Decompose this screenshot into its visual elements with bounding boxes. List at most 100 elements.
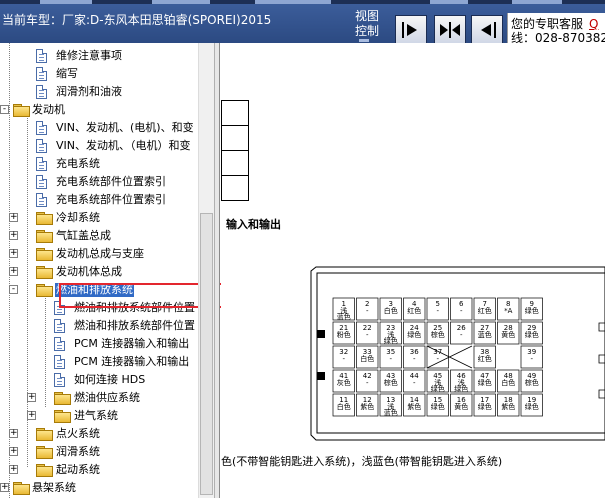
expand-icon[interactable]: + [9,267,18,276]
collapse-icon[interactable]: - [0,105,9,114]
document-icon [36,49,47,63]
connector-pin-color: 绿色 [478,402,492,411]
tree-item[interactable]: + 发动机总成与支座 [0,245,198,263]
panel-splitter[interactable] [214,43,220,498]
connector-pin-color: 白色 [360,354,374,363]
connector-key-mark-top [317,330,325,338]
connector-pin-color: 白色 [501,378,515,387]
tree-scrollbar[interactable] [198,43,214,498]
connector-pin-color: 红色 [407,306,421,315]
tree-item[interactable]: 维修注意事项 [0,47,198,65]
split-arrows-icon [440,22,460,38]
expand-icon[interactable]: + [9,429,18,438]
tree-item[interactable]: + 发动机体总成 [0,263,198,281]
tree-item-label: 冷却系统 [56,211,100,224]
customer-service-panel: 您的专职客服 Q 线：028-870382( [507,13,605,43]
tree-item-label: 燃油供应系统 [74,391,140,404]
folder-icon [54,410,71,423]
expand-icon[interactable]: + [27,411,36,420]
tree-item-label: 进气系统 [74,409,118,422]
connector-pin-color: 绿色 [384,336,398,345]
document-icon [54,355,65,369]
folder-icon [36,212,53,225]
connector-pin-color: 绿色 [525,402,539,411]
folder-icon [36,248,53,261]
document-content: 输入和输出 1 浅蓝色 2-3 白色 4 红色 5-6-7 红色 8 *A 9 绿色 21 粉色 22-23… [221,43,605,498]
tree-item[interactable]: + 进气系统 [0,407,198,425]
expand-icon[interactable]: + [9,249,18,258]
document-icon [36,85,47,99]
document-icon [54,337,65,351]
tree-item-label: 发动机 [32,103,65,116]
service-phone: 线：028-870382( [511,31,605,43]
collapse-left-button[interactable] [471,15,503,43]
tree-item-label: 点火系统 [56,427,100,440]
tree-item[interactable]: + 冷却系统 [0,209,198,227]
connector-svg: 1浅蓝色2-3白色4红色5-6-7红色8*A9绿色21粉色22-23浅绿色24绿… [310,266,605,441]
partial-table [221,100,249,201]
connector-pin-color: 棕色 [384,378,398,387]
color-note: 色(不带智能钥匙进入系统)，浅蓝色(带智能钥匙进入系统) [221,455,503,468]
connector-pin-color: 棕色 [525,378,539,387]
tree-scrollbar-thumb[interactable] [200,213,213,495]
tree-item-label: 润滑系统 [56,445,100,458]
tree-item-label: 维修注意事项 [56,49,122,62]
expand-icon[interactable]: + [9,447,18,456]
tree-item[interactable]: 燃油和排放系统部件位置 [0,317,198,335]
tree-item-label: 润滑剂和油液 [56,85,122,98]
connector-pin-color: 绿色 [525,306,539,315]
connector-pin-color: 紫色 [501,402,515,411]
expand-icon[interactable]: + [9,465,18,474]
connector-pin-color: 绿色 [454,384,468,393]
document-icon [36,175,47,189]
connector-pin-color: 黄色 [454,402,468,411]
tree-item-label: 发动机总成与支座 [56,247,144,260]
tree-item[interactable]: VIN、发动机、(电机)、和变 [0,119,198,137]
expand-icon[interactable]: + [0,483,9,492]
tree-item[interactable]: + 气缸盖总成 [0,227,198,245]
folder-icon [36,428,53,441]
document-icon [54,319,65,333]
tree-item-label: 如何连接 HDS [74,373,146,386]
tree-item[interactable]: + 点火系统 [0,425,198,443]
tree-item[interactable]: + 燃油供应系统 [0,389,198,407]
tree-item[interactable]: 缩写 [0,65,198,83]
tree-item[interactable]: + 悬架系统 [0,479,198,497]
tree-item[interactable]: 充电系统部件位置索引 [0,173,198,191]
tree-item[interactable]: - 发动机 [0,101,198,119]
view-control-label: 视图 控制 [355,9,379,42]
split-view-button[interactable] [434,15,466,43]
tree-item[interactable]: + 润滑系统 [0,443,198,461]
tree-item-label: PCM 连接器输入和输出 [74,355,190,368]
folder-icon [54,392,71,405]
navigation-tree: 维修注意事项 缩写润滑剂和油液 - 发动机 VIN、发动机、(电机)、和变 VIN、发动机… [0,43,214,498]
connector-pin-color: 粉色 [337,330,351,339]
tree-item[interactable]: 充电系统部件位置索引 [0,191,198,209]
document-icon [36,157,47,171]
document-icon [36,193,47,207]
expand-icon[interactable]: + [9,231,18,240]
tree-item-label: 充电系统部件位置索引 [56,175,166,188]
collapse-icon[interactable]: - [9,285,18,294]
folder-icon [36,266,53,279]
connector-pin-color: 白色 [384,306,398,315]
expand-icon[interactable]: + [27,393,36,402]
expand-right-button[interactable] [395,15,427,43]
connector-pin-color: 蓝色 [337,312,351,321]
tree-item[interactable]: 润滑剂和油液 [0,83,198,101]
expand-icon[interactable]: + [9,213,18,222]
connector-pin-color: 紫色 [407,402,421,411]
connector-pin-color: 红色 [478,354,492,363]
tree-item[interactable]: 充电系统 [0,155,198,173]
connector-pin-color: 灰色 [337,378,351,387]
tree-item[interactable]: PCM 连接器输入和输出 [0,335,198,353]
tree-item[interactable]: PCM 连接器输入和输出 [0,353,198,371]
tree-item-label: 缩写 [56,67,78,80]
tree-item[interactable]: + 起动系统 [0,461,198,479]
folder-icon [36,446,53,459]
tree-item[interactable]: 如何连接 HDS [0,371,198,389]
tree-item[interactable]: VIN、发动机、（电机）和变 [0,137,198,155]
document-icon [36,67,47,81]
tree-item-label: 气缸盖总成 [56,229,111,242]
tree-item-label: 充电系统部件位置索引 [56,193,166,206]
